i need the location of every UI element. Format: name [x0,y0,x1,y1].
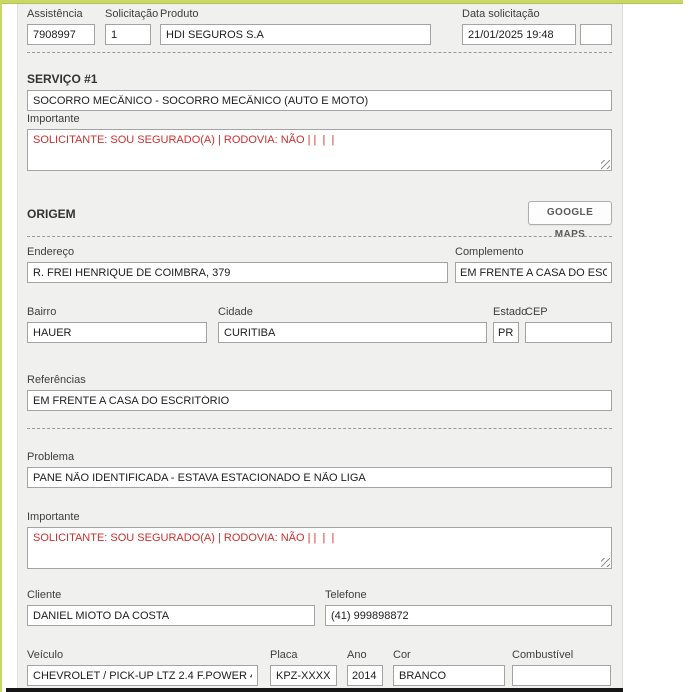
hora-solicitacao-field-group [580,8,612,45]
cep-label: CEP [525,306,612,319]
cidade-input[interactable] [218,322,487,343]
referencias-label: Referências [27,374,612,387]
data-solicitacao-field-group: Data solicitação [462,8,576,45]
placa-input[interactable] [270,665,337,686]
bairro-label: Bairro [27,306,207,319]
bairro-input[interactable] [27,322,207,343]
origem-importante-label: Importante [27,511,612,524]
problema-label: Problema [27,451,612,464]
placa-label: Placa [270,649,337,662]
separator-origem [27,236,612,237]
veiculo-field-group: Veículo [27,649,258,686]
assistencia-input[interactable] [27,24,95,45]
estado-field-group: Estado [493,306,519,343]
ano-input[interactable] [347,665,383,686]
origem-importante-textarea[interactable]: SOLICITANTE: SOU SEGURADO(A) | RODOVIA: … [27,527,612,569]
complemento-label: Complemento [455,246,612,259]
ano-field-group: Ano [347,649,383,686]
servico-importante-group: Importante SOLICITANTE: SOU SEGURADO(A) … [27,113,612,171]
servico-field-group [27,90,612,111]
hora-solicitacao-input[interactable] [580,24,612,45]
telefone-field-group: Telefone [325,589,612,626]
cep-field-group: CEP [525,306,612,343]
assistencia-label: Assistência [27,8,95,21]
ano-label: Ano [347,649,383,662]
placa-field-group: Placa [270,649,337,686]
complemento-input[interactable] [455,262,612,283]
cor-field-group: Cor [393,649,505,686]
cor-label: Cor [393,649,505,662]
servico-input[interactable] [27,90,612,111]
cliente-input[interactable] [27,605,315,626]
problema-field-group: Problema [27,451,612,488]
endereco-input[interactable] [27,262,448,283]
referencias-input[interactable] [27,390,612,411]
servico-importante-label: Importante [27,113,612,126]
endereco-label: Endereço [27,246,448,259]
veiculo-label: Veículo [27,649,258,662]
data-solicitacao-label: Data solicitação [462,8,576,21]
combustivel-label: Combustível [512,649,611,662]
solicitacao-field-group: Solicitação [105,8,151,45]
cep-input[interactable] [525,322,612,343]
data-solicitacao-input[interactable] [462,24,576,45]
origem-importante-group: Importante SOLICITANTE: SOU SEGURADO(A) … [27,511,612,569]
estado-label: Estado [493,306,519,319]
produto-input[interactable] [160,24,431,45]
cor-input[interactable] [393,665,505,686]
referencias-field-group: Referências [27,374,612,411]
bottom-edge-bar [6,688,623,692]
cidade-label: Cidade [218,306,487,319]
left-accent-bar [0,0,2,692]
estado-input[interactable] [493,322,519,343]
combustivel-input[interactable] [512,665,611,686]
combustivel-field-group: Combustível [512,649,611,686]
separator-problema [27,428,612,429]
hora-solicitacao-label [580,8,612,21]
separator-top [27,52,612,53]
cidade-field-group: Cidade [218,306,487,343]
assistencia-field-group: Assistência [27,8,95,45]
solicitacao-label: Solicitação [105,8,151,21]
telefone-label: Telefone [325,589,612,602]
servico-importante-textarea[interactable]: SOLICITANTE: SOU SEGURADO(A) | RODOVIA: … [27,129,612,171]
veiculo-input[interactable] [27,665,258,686]
produto-field-group: Produto [160,8,431,45]
produto-label: Produto [160,8,431,21]
problema-input[interactable] [27,467,612,488]
cliente-label: Cliente [27,589,315,602]
cliente-field-group: Cliente [27,589,315,626]
endereco-field-group: Endereço [27,246,448,283]
origem-section-title: ORIGEM [27,207,76,221]
solicitacao-input[interactable] [105,24,151,45]
servico-section-title: SERVIÇO #1 [27,72,97,86]
service-order-form: Assistência Solicitação Produto Data sol… [0,0,691,692]
complemento-field-group: Complemento [455,246,612,283]
telefone-input[interactable] [325,605,612,626]
google-maps-button[interactable]: GOOGLE MAPS [528,201,612,225]
bairro-field-group: Bairro [27,306,207,343]
